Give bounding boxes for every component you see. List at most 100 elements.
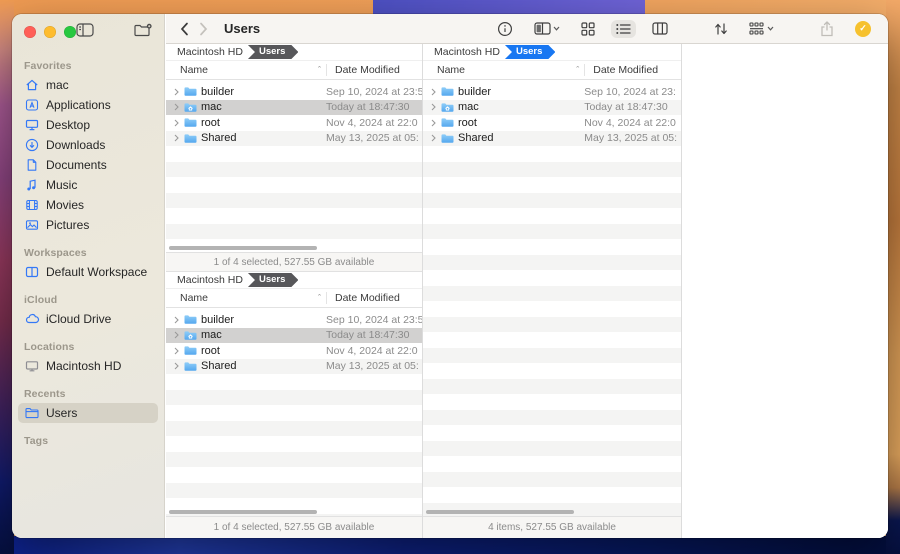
horizontal-scrollbar[interactable] [169,510,317,514]
workspace: Macintosh HD Users Name ˆ Date Modified … [166,44,888,538]
disclosure-chevron-icon[interactable] [431,103,437,111]
verified-badge-icon: ✓ [855,21,871,37]
disclosure-chevron-icon[interactable] [431,119,437,127]
file-row[interactable]: Shared May 13, 2025 at 05: [166,359,422,375]
file-row[interactable]: builder Sep 10, 2024 at 23:5 [166,84,422,100]
status-text: 4 items, 527.55 GB available [488,522,616,533]
disclosure-chevron-icon[interactable] [174,119,180,127]
folder-icon [441,117,454,128]
empty-row [423,177,681,193]
file-row[interactable]: root Nov 4, 2024 at 22:0 [166,343,422,359]
sort-arrows-icon [714,22,728,36]
file-row[interactable]: mac Today at 18:47:30 [166,328,422,344]
file-row[interactable]: mac Today at 18:47:30 [166,100,422,116]
verified-badge-button[interactable]: ✓ [850,18,876,40]
file-row[interactable]: root Nov 4, 2024 at 22:0 [166,115,422,131]
file-row[interactable]: Shared May 13, 2025 at 05: [423,131,681,147]
column-header-date[interactable]: Date Modified [584,64,681,76]
sidebar-item-movies[interactable]: Movies [18,195,158,215]
list-view-button[interactable] [611,20,636,38]
zoom-button[interactable] [64,26,76,38]
icon-view-button[interactable] [576,19,600,39]
breadcrumb-volume[interactable]: Macintosh HD [177,274,243,286]
disclosure-chevron-icon[interactable] [174,347,180,355]
file-name: builder [458,86,491,98]
home-folder-icon [184,330,197,341]
info-button[interactable] [492,18,518,40]
breadcrumb-current[interactable]: Users [248,273,298,287]
empty-row [423,394,681,410]
column-header-name[interactable]: Name ˆ [166,292,326,304]
left-pane-column: Macintosh HD Users Name ˆ Date Modified … [166,44,423,538]
column-header-name[interactable]: Name ˆ [423,64,584,76]
column-header-name[interactable]: Name ˆ [166,64,326,76]
chevron-down-icon [767,26,774,31]
disclosure-chevron-icon[interactable] [174,331,180,339]
back-button[interactable] [180,22,189,36]
disclosure-chevron-icon[interactable] [174,103,180,111]
file-row[interactable]: mac Today at 18:47:30 [423,100,681,116]
home-folder-icon [184,102,197,113]
empty-row [423,410,681,426]
sort-ascending-icon: ˆ [318,65,321,75]
sidebar-item-users[interactable]: Users [18,403,158,423]
file-date-modified: Nov 4, 2024 at 22:0 [326,345,422,357]
close-button[interactable] [24,26,36,38]
split-view-icon [534,22,551,35]
sidebar-item-icloud-drive[interactable]: iCloud Drive [18,309,158,329]
disclosure-chevron-icon[interactable] [174,134,180,142]
file-list: builder Sep 10, 2024 at 23: mac Today at… [423,80,681,516]
sidebar-item-mac[interactable]: mac [18,75,158,95]
file-row[interactable]: Shared May 13, 2025 at 05: [166,131,422,147]
sidebar-item-applications[interactable]: Applications [18,95,158,115]
chevron-left-icon [180,22,189,36]
main-area: Users [166,14,888,538]
horizontal-scrollbar[interactable] [169,246,317,250]
file-row[interactable]: builder Sep 10, 2024 at 23:5 [166,312,422,328]
split-view-button[interactable] [529,19,565,38]
sort-ascending-icon: ˆ [576,65,579,75]
path-bar: Macintosh HD Users [166,44,422,61]
sidebar-item-pictures[interactable]: Pictures [18,215,158,235]
toggle-sidebar-button[interactable] [76,23,94,37]
horizontal-scrollbar[interactable] [426,510,574,514]
forward-button[interactable] [199,22,208,36]
file-row[interactable]: root Nov 4, 2024 at 22:0 [423,115,681,131]
minimize-button[interactable] [44,26,56,38]
breadcrumb-volume[interactable]: Macintosh HD [434,46,500,58]
sidebar-item-documents[interactable]: Documents [18,155,158,175]
disclosure-chevron-icon[interactable] [174,316,180,324]
empty-row [423,425,681,441]
breadcrumb-current[interactable]: Users [248,45,298,59]
sort-button[interactable] [709,19,733,39]
window-controls [24,26,76,38]
empty-row [423,146,681,162]
disclosure-chevron-icon[interactable] [174,88,180,96]
breadcrumb-volume[interactable]: Macintosh HD [177,46,243,58]
sidebar-item-downloads[interactable]: Downloads [18,135,158,155]
group-by-button[interactable] [744,19,779,38]
folder-icon [441,86,454,97]
column-header-date[interactable]: Date Modified [326,64,422,76]
column-view-button[interactable] [647,19,673,38]
disclosure-chevron-icon[interactable] [431,88,437,96]
column-header-date[interactable]: Date Modified [326,292,422,304]
sidebar-item-default-workspace[interactable]: Default Workspace [18,262,158,282]
toolbar: Users [166,14,888,44]
empty-row [166,224,422,240]
file-row[interactable]: builder Sep 10, 2024 at 23: [423,84,681,100]
breadcrumb-current[interactable]: Users [505,45,555,59]
empty-row [423,348,681,364]
folder-icon [184,361,197,372]
empty-row [423,363,681,379]
sidebar-section-label: iCloud [12,282,164,309]
sidebar-item-music[interactable]: Music [18,175,158,195]
share-button[interactable] [815,18,839,40]
empty-row [166,436,422,452]
sidebar-item-desktop[interactable]: Desktop [18,115,158,135]
new-folder-button[interactable] [134,23,153,38]
disclosure-chevron-icon[interactable] [174,362,180,370]
sidebar-item-macintosh-hd[interactable]: Macintosh HD [18,356,158,376]
sidebar-item-label: Movies [46,198,84,212]
disclosure-chevron-icon[interactable] [431,134,437,142]
